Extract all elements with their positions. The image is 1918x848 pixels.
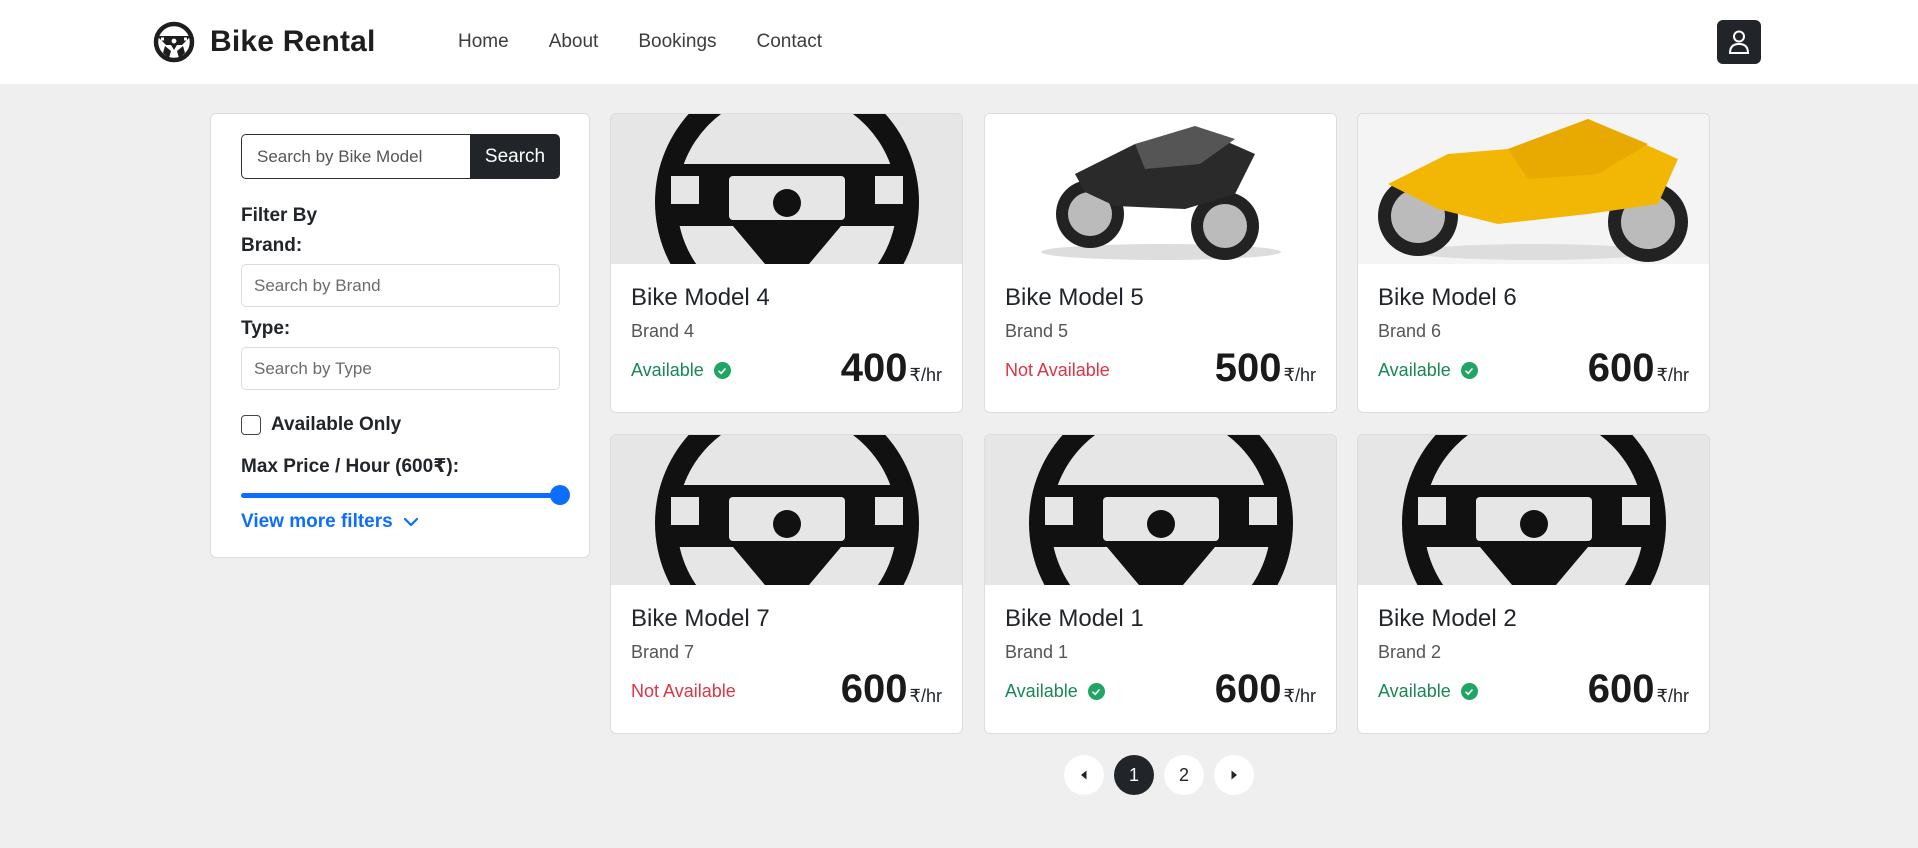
price-value: 600 [1214, 667, 1282, 711]
bike-photo [985, 114, 1336, 264]
bike-title: Bike Model 6 [1378, 284, 1517, 311]
availability-status: Not Available [631, 681, 736, 702]
bike-title: Bike Model 5 [1005, 284, 1144, 311]
available-only-label: Available Only [271, 414, 402, 435]
bike-brand: Brand 6 [1378, 321, 1442, 341]
page-1-button[interactable]: 1 [1114, 755, 1154, 795]
type-search-input[interactable] [241, 347, 560, 390]
brand-logo[interactable]: Bike Rental [152, 19, 376, 65]
bike-image-placeholder [1358, 435, 1709, 585]
bike-title: Bike Model 2 [1378, 605, 1517, 632]
steering-wheel-placeholder-icon [1358, 435, 1709, 585]
price-value: 500 [1214, 346, 1282, 390]
bike-image-placeholder [611, 435, 962, 585]
bike-title: Bike Model 4 [631, 284, 770, 311]
price-value: 600 [1587, 346, 1655, 390]
type-label: Type: [241, 318, 291, 339]
price-value: 600 [840, 667, 908, 711]
price-unit: ₹/hr [1656, 365, 1689, 385]
model-search-group: Search [241, 134, 560, 179]
bike-brand: Brand 7 [631, 642, 695, 662]
bike-card[interactable]: Bike Model 5 Brand 5 Not Available 500 ₹… [984, 113, 1337, 413]
availability-label: Available [1378, 681, 1451, 701]
brand-search-input[interactable] [241, 264, 560, 307]
nav-bookings[interactable]: Bookings [638, 28, 716, 56]
user-account-button[interactable] [1717, 20, 1761, 64]
bike-card[interactable]: Bike Model 1 Brand 1 Available 600 ₹/hr [984, 434, 1337, 734]
chevron-down-icon [403, 517, 418, 527]
bike-brand: Brand 5 [1005, 321, 1069, 341]
view-more-filters-link[interactable]: View more filters [241, 511, 419, 533]
bike-title: Bike Model 7 [631, 605, 770, 632]
check-circle-icon [1460, 362, 1478, 379]
steering-wheel-placeholder-icon [985, 435, 1336, 585]
max-price-slider[interactable] [241, 484, 570, 506]
check-circle-icon [1087, 683, 1105, 700]
check-circle-icon [1460, 683, 1478, 700]
availability-label: Not Available [1005, 360, 1110, 380]
price-unit: ₹/hr [1283, 365, 1316, 385]
availability-label: Available [1378, 360, 1451, 380]
bike-card[interactable]: Bike Model 2 Brand 2 Available 600 ₹/hr [1357, 434, 1710, 734]
prev-page-button[interactable] [1064, 755, 1104, 795]
main-nav: Home About Bookings Contact [458, 28, 862, 56]
bike-price: 600 ₹/hr [1215, 667, 1316, 712]
slider-thumb[interactable] [550, 485, 570, 505]
user-icon [1728, 30, 1750, 54]
availability-status: Not Available [1005, 360, 1110, 381]
availability-status: Available [1378, 681, 1478, 702]
bike-brand: Brand 4 [631, 321, 695, 341]
slider-fill [241, 493, 560, 498]
bike-photo [1358, 114, 1709, 264]
price-unit: ₹/hr [1283, 686, 1316, 706]
availability-label: Not Available [631, 681, 736, 701]
pagination: 1 2 [1064, 755, 1264, 795]
bike-title: Bike Model 1 [1005, 605, 1144, 632]
available-only-checkbox[interactable] [241, 415, 261, 435]
search-button[interactable]: Search [470, 134, 560, 179]
bike-price: 600 ₹/hr [841, 667, 942, 712]
steering-wheel-placeholder-icon [611, 114, 962, 264]
price-unit: ₹/hr [909, 686, 942, 706]
availability-status: Available [1005, 681, 1105, 702]
bike-brand: Brand 1 [1005, 642, 1069, 662]
bike-price: 600 ₹/hr [1588, 667, 1689, 712]
model-search-input[interactable] [241, 134, 470, 179]
filter-panel: Search Filter By Brand: Type: Available … [210, 113, 590, 558]
price-unit: ₹/hr [1656, 686, 1689, 706]
steering-wheel-placeholder-icon [611, 435, 962, 585]
navbar: Bike Rental Home About Bookings Contact [0, 0, 1918, 84]
bike-card[interactable]: Bike Model 7 Brand 7 Not Available 600 ₹… [610, 434, 963, 734]
brand-label: Brand: [241, 235, 303, 256]
availability-status: Available [1378, 360, 1478, 381]
available-only-toggle[interactable]: Available Only [241, 414, 401, 436]
view-more-filters-label: View more filters [241, 511, 393, 532]
availability-label: Available [1005, 681, 1078, 701]
max-price-label: Max Price / Hour (600₹): [241, 456, 460, 477]
availability-label: Available [631, 360, 704, 380]
check-circle-icon [713, 362, 731, 379]
next-page-button[interactable] [1214, 755, 1254, 795]
bike-image-placeholder [985, 435, 1336, 585]
bike-price: 600 ₹/hr [1588, 346, 1689, 391]
price-value: 400 [840, 346, 908, 390]
price-unit: ₹/hr [909, 365, 942, 385]
page-2-button[interactable]: 2 [1164, 755, 1204, 795]
availability-status: Available [631, 360, 731, 381]
nav-home[interactable]: Home [458, 28, 509, 56]
nav-about[interactable]: About [549, 28, 599, 56]
steering-wheel-icon [153, 21, 195, 63]
bike-price: 500 ₹/hr [1215, 346, 1316, 391]
price-value: 600 [1587, 667, 1655, 711]
bike-card[interactable]: Bike Model 4 Brand 4 Available 400 ₹/hr [610, 113, 963, 413]
bike-price: 400 ₹/hr [841, 346, 942, 391]
bike-card[interactable]: Bike Model 6 Brand 6 Available 600 ₹/hr [1357, 113, 1710, 413]
nav-contact[interactable]: Contact [757, 28, 822, 56]
bike-image-placeholder [611, 114, 962, 264]
caret-right-icon [1231, 770, 1237, 780]
app-title: Bike Rental [210, 25, 376, 58]
bike-brand: Brand 2 [1378, 642, 1442, 662]
filter-by-heading: Filter By [241, 205, 318, 226]
caret-left-icon [1081, 770, 1087, 780]
